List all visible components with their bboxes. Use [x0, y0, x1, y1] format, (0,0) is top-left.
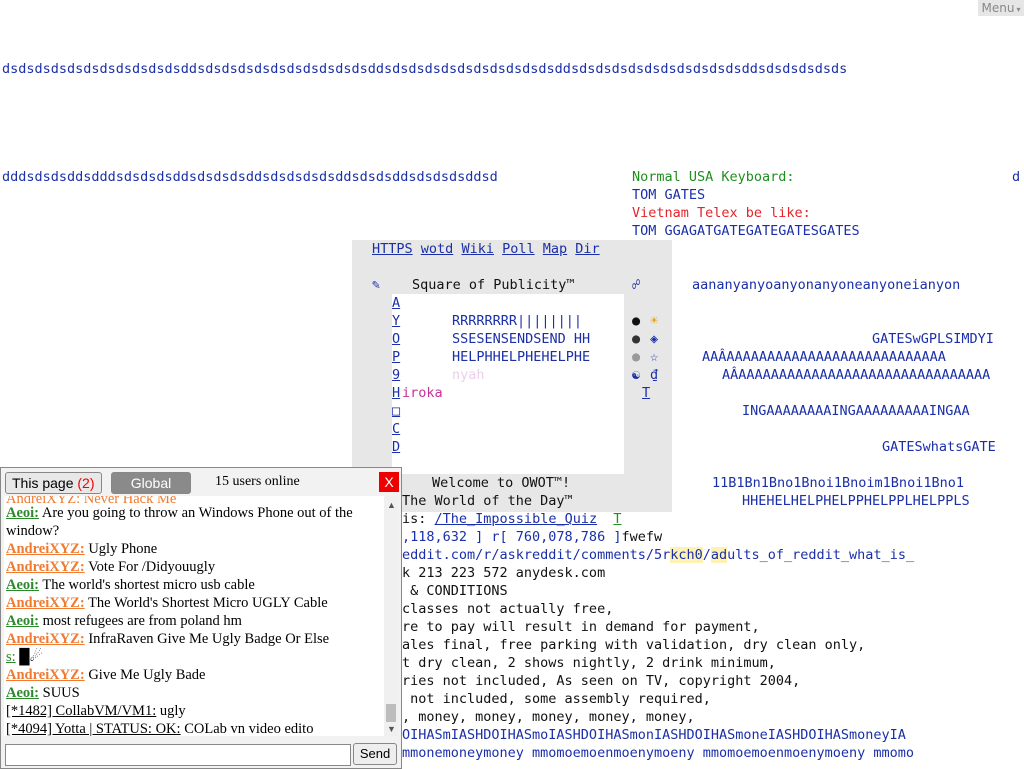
link-dir[interactable]: Dir	[575, 241, 599, 257]
chat-message: s: █☄	[6, 649, 43, 665]
dong-icon: ₫	[650, 367, 659, 383]
star-icon: ☆	[650, 349, 659, 365]
nyah-text: nyah	[452, 367, 485, 383]
terms-line: t dry clean, 2 shows nightly, 2 drink mi…	[402, 655, 776, 671]
chat-message: [*1482] CollabVM/VM1: ugly	[6, 703, 186, 719]
chat-log[interactable]: AndreiXYZ: Never Hack Me Aeoi: Are you g…	[4, 496, 384, 736]
scroll-up-icon[interactable]: ▲	[387, 500, 396, 510]
pencil-icon[interactable]: ✎	[372, 276, 380, 294]
world-text-vietnam: Vietnam Telex be like:	[632, 205, 811, 221]
chat-scrollbar[interactable]: ▲ ▼	[384, 496, 398, 736]
world-text-row: GATESwhatsGATE	[882, 439, 996, 455]
chat-message: AndreiXYZ: The World's Shortest Micro UG…	[6, 595, 328, 611]
terms-line: & CONDITIONS	[402, 583, 508, 599]
quiz-t-link[interactable]: T	[613, 511, 621, 527]
world-text-fragment: d	[1012, 169, 1021, 185]
chat-message-partial: AndreiXYZ: Never Hack Me	[6, 496, 177, 504]
dropdown-caret-icon: ▾	[1016, 5, 1021, 14]
link-wotd[interactable]: wotd	[421, 241, 454, 257]
terms-line: ries not included, As seen on TV, copyri…	[402, 673, 801, 689]
world-text-tom-telex: TOM GGAGATGATEGATEGATESGATES	[632, 223, 860, 239]
users-online-count: 15 users online	[215, 474, 300, 489]
world-text-row: AAÂAAAAAAAAAAAAAAAAAAAAAAAAAAA	[702, 349, 946, 365]
terms-line: , money, money, money, money, money,	[402, 709, 695, 725]
world-text-row: HHEHELHELPHELPPHELPPLHELPPLS	[742, 493, 970, 509]
link-wiki[interactable]: Wiki	[461, 241, 494, 257]
world-text-normal-label: Normal USA Keyboard:	[632, 169, 795, 185]
chat-message: AndreiXYZ: Vote For /Didyouugly	[6, 559, 216, 575]
s-line: SSESENSENDSEND HH	[452, 331, 591, 347]
close-chat-button[interactable]: X	[379, 472, 399, 492]
scroll-down-icon[interactable]: ▼	[387, 724, 396, 734]
tab-global[interactable]: Global	[111, 472, 191, 494]
square-title: Square of Publicity™	[412, 277, 575, 293]
reddit-line: eddit.com/r/askreddit/comments/5rkch0/ad…	[402, 547, 915, 563]
world-text-row: dsdsdsdsdsdsdsdsdsdsdsddsdsdsdsdsdsdsdsd…	[2, 61, 848, 77]
left-letter[interactable]: A	[392, 294, 400, 312]
world-text-row: GATESwGPLSIMDYI	[872, 331, 994, 347]
link-poll[interactable]: Poll	[502, 241, 535, 257]
yin-yang-icon: ☯	[632, 367, 641, 383]
chat-message: Aeoi: Are you going to throw an Windows …	[6, 505, 353, 539]
terms-line: ales final, free parking with validation…	[402, 637, 866, 653]
world-text-row: 11B1Bn1Bno1Bnoi1Bnoim1Bnoi1Bno1	[712, 475, 964, 491]
money-line: mmonemoneymoney mmomoemoenmoenymoeny mmo…	[402, 745, 915, 761]
chat-header: This page (2) Global 15 users online X	[1, 468, 401, 496]
anydesk-line: k 213 223 572 anydesk.com	[402, 565, 606, 581]
world-text-row: dddsdsdsddsdddsdsdsdsddsdsdsdsddsdsdsdsd…	[2, 169, 498, 185]
left-letter[interactable]: C	[392, 420, 400, 438]
chat-window: This page (2) Global 15 users online X A…	[0, 467, 402, 769]
left-letter[interactable]: □	[392, 402, 400, 420]
wotd-text: The World of the Day™	[402, 493, 573, 509]
world-text-row: AÂAAAAAAAAAAAAAAAAAAAAAAAAAAAAAAA	[722, 367, 991, 383]
t-link[interactable]: T	[642, 384, 650, 402]
sun-icon: ☀	[650, 313, 659, 329]
world-text-row: INGAAAAAAAAINGAAAAAAAAAINGAA	[742, 403, 970, 419]
diamond-icon: ◈	[650, 331, 659, 347]
tab-this-page[interactable]: This page (2)	[5, 472, 102, 494]
hiroka-text: iroka	[402, 385, 443, 401]
nav-links: HTTPS wotd Wiki Poll Map Dir	[372, 240, 600, 258]
black-dot-icon: ●	[632, 331, 641, 347]
chat-message: AndreiXYZ: Give Me Ugly Bade	[6, 667, 206, 683]
left-letter[interactable]: D	[392, 438, 400, 456]
link-map[interactable]: Map	[543, 241, 567, 257]
black-dot-icon: ●	[632, 313, 641, 329]
chat-message: Aeoi: The world's shortest micro usb cab…	[6, 577, 255, 593]
link-https[interactable]: HTTPS	[372, 241, 413, 257]
quiz-link[interactable]: /The_Impossible_Quiz	[435, 511, 598, 527]
chat-input[interactable]	[5, 744, 351, 766]
send-button[interactable]: Send	[353, 743, 397, 765]
left-letter[interactable]: P	[392, 348, 400, 366]
world-text-row: aananyanyoanyonanyoneanyoneianyon	[692, 277, 961, 293]
coords-line: ,118,632 ] r[ 760,078,786 ]fwefw	[402, 529, 663, 545]
chat-message: Aeoi: most refugees are from poland hm	[6, 613, 242, 629]
terms-line: classes not actually free,	[402, 601, 614, 617]
chat-message: AndreiXYZ: Ugly Phone	[6, 541, 158, 557]
left-letter[interactable]: 9	[392, 366, 400, 384]
unread-count: (2)	[77, 475, 95, 491]
left-letter[interactable]: Y	[392, 312, 400, 330]
terms-line: not included, some assembly required,	[402, 691, 711, 707]
welcome-text: Welcome to OWOT™!	[432, 475, 571, 491]
left-letter[interactable]: O	[392, 330, 400, 348]
left-letter[interactable]: H	[392, 384, 400, 402]
h-line: HELPHHELPHEHELPHE	[452, 349, 591, 365]
money-line: OIHASmIASHDOIHASmoIASHDOIHASmonIASHDOIHA…	[402, 727, 906, 743]
gray-dot-icon: ●	[632, 349, 641, 365]
scroll-thumb[interactable]	[386, 704, 396, 722]
wotd-is-line: is: /The_Impossible_Quiz T	[402, 511, 622, 527]
world-text-tom-gates: TOM GATES	[632, 187, 706, 203]
r-line: RRRRRRRR||||||||	[452, 313, 583, 329]
chat-message: [*4094] Yotta | STATUS: OK: COLab vn vid…	[6, 721, 314, 736]
terms-line: re to pay will result in demand for paym…	[402, 619, 760, 635]
chat-message: AndreiXYZ: InfraRaven Give Me Ugly Badge…	[6, 631, 330, 647]
chat-message: Aeoi: SUUS	[6, 685, 80, 701]
menu-button[interactable]: Menu ▾	[978, 0, 1024, 16]
link-icon[interactable]: ☍	[632, 276, 640, 294]
